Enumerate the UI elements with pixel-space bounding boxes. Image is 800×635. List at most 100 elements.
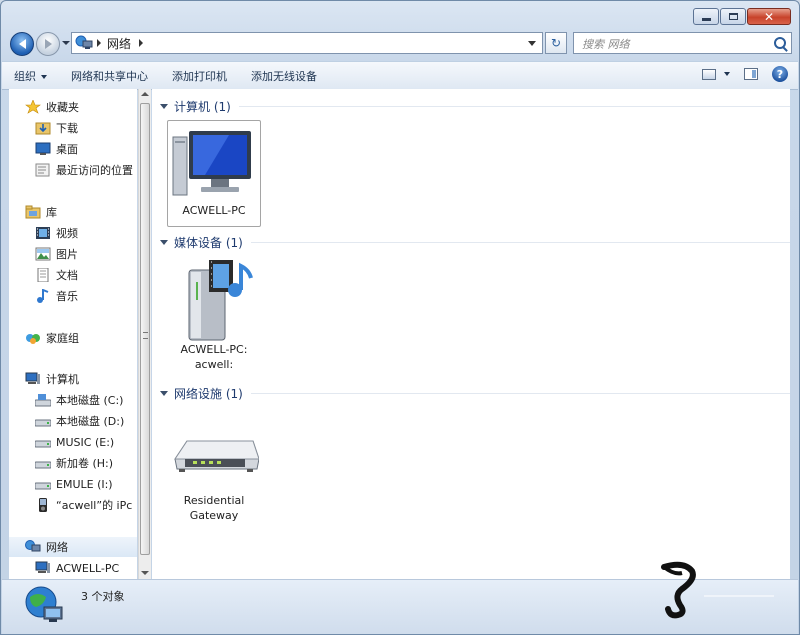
tile-label-line1: Residential: [183, 494, 245, 507]
desktop-icon: [35, 142, 51, 155]
computer-icon: [172, 131, 251, 196]
network-globe-icon: [25, 586, 63, 622]
tile-residential-gateway[interactable]: Residential Gateway: [167, 407, 261, 529]
tile-acwell-pc[interactable]: ACWELL-PC: [167, 120, 261, 227]
system-drive-icon: [35, 394, 51, 407]
music-icon: [37, 289, 49, 303]
documents-icon: [37, 268, 49, 282]
group-header-computers[interactable]: 计算机 (1): [160, 98, 790, 115]
nav-desktop[interactable]: 桌面: [35, 139, 78, 159]
nav-scrollbar[interactable]: [138, 89, 151, 579]
star-icon: [25, 100, 41, 114]
library-icon: [25, 205, 41, 219]
chevron-down-icon: [724, 72, 730, 76]
breadcrumb-chevron-icon[interactable]: [139, 39, 144, 47]
homegroup-icon: [26, 334, 40, 344]
address-dropdown-icon[interactable]: [528, 41, 536, 46]
nav-music[interactable]: 音乐: [35, 286, 78, 306]
breadcrumb-chevron-icon[interactable]: [97, 39, 101, 47]
content-pane: 计算机 (1) ACWELL-PC 媒体设备 (1) ACWELL-PC: ac…: [152, 89, 790, 579]
refresh-button[interactable]: ↻: [545, 32, 567, 54]
watermark-logo: [661, 561, 774, 619]
tile-label-line2: acwell:: [194, 358, 234, 371]
ipod-icon: [39, 498, 47, 512]
back-button[interactable]: [10, 32, 34, 56]
collapse-icon[interactable]: [160, 104, 168, 109]
nav-network-pc[interactable]: ACWELL-PC: [35, 558, 119, 578]
add-printer-button[interactable]: 添加打印机: [160, 68, 239, 84]
nav-ipod[interactable]: “acwell”的 iPc: [35, 495, 132, 515]
scroll-up-icon[interactable]: [141, 92, 149, 96]
nav-network[interactable]: 网络: [9, 537, 137, 557]
group-divider: [238, 106, 790, 107]
nav-computer[interactable]: 计算机: [25, 369, 79, 389]
nav-drive-h[interactable]: 新加卷 (H:): [35, 453, 113, 473]
video-icon: [36, 227, 50, 239]
group-divider: [250, 242, 790, 243]
refresh-icon: ↻: [550, 36, 562, 50]
hard-drive-icon: [35, 461, 51, 469]
downloads-folder-icon: [35, 122, 51, 135]
search-icon[interactable]: [774, 37, 786, 49]
help-button[interactable]: ?: [772, 66, 788, 82]
hard-drive-icon: [35, 482, 51, 490]
view-icon: [702, 68, 716, 80]
help-icon: ?: [776, 67, 784, 81]
network-sharing-center-button[interactable]: 网络和共享中心: [59, 68, 160, 84]
object-count: 3 个对象: [81, 590, 125, 603]
grip-icon: [143, 332, 148, 339]
maximize-button[interactable]: [720, 8, 746, 25]
caption-buttons: ✕: [693, 8, 791, 25]
chevron-down-icon: [41, 74, 47, 79]
scroll-down-icon[interactable]: [141, 571, 149, 575]
tile-label-line2: Gateway: [189, 509, 239, 522]
nav-drive-i[interactable]: EMULE (I:): [35, 474, 113, 494]
organize-button[interactable]: 组织: [2, 68, 59, 84]
group-header-network-infrastructure[interactable]: 网络设施 (1): [160, 385, 790, 402]
command-bar: 组织 网络和共享中心 添加打印机 添加无线设备 ?: [2, 61, 798, 90]
pictures-icon: [35, 247, 51, 261]
nav-drive-e[interactable]: MUSIC (E:): [35, 432, 114, 452]
collapse-icon[interactable]: [160, 240, 168, 245]
maximize-icon: [728, 13, 738, 20]
tile-media-server[interactable]: ACWELL-PC: acwell:: [167, 256, 261, 376]
arrow-right-icon: [44, 39, 52, 49]
arrow-left-icon: [18, 39, 26, 49]
network-icon: [75, 35, 93, 49]
nav-downloads[interactable]: 下载: [35, 118, 78, 138]
group-header-media[interactable]: 媒体设备 (1): [160, 234, 790, 251]
nav-drive-d[interactable]: 本地磁盘 (D:): [35, 411, 124, 431]
tile-label: ACWELL-PC: [182, 204, 246, 217]
nav-libraries[interactable]: 库: [25, 202, 57, 222]
nav-drive-c[interactable]: 本地磁盘 (C:): [35, 390, 123, 410]
recent-pages-dropdown[interactable]: [62, 41, 70, 45]
navigation-pane: 收藏夹 下载 桌面 最近访问的位置 库 视频 图片 文档 音乐 家庭组 计算机 …: [9, 89, 137, 579]
search-placeholder: 搜索 网络: [582, 38, 630, 51]
forward-button[interactable]: [36, 32, 60, 56]
preview-pane-button[interactable]: [744, 68, 758, 80]
breadcrumb-network[interactable]: 网络: [107, 35, 131, 52]
group-divider: [250, 393, 790, 394]
hard-drive-icon: [35, 419, 51, 427]
scroll-thumb[interactable]: [140, 103, 150, 555]
change-view-button[interactable]: [702, 68, 730, 80]
router-icon: [174, 440, 259, 472]
hard-drive-icon: [35, 440, 51, 448]
address-bar[interactable]: 网络: [71, 32, 543, 54]
computer-icon: [25, 372, 40, 384]
nav-videos[interactable]: 视频: [35, 223, 78, 243]
nav-documents[interactable]: 文档: [35, 265, 78, 285]
close-button[interactable]: ✕: [747, 8, 791, 25]
nav-pictures[interactable]: 图片: [35, 244, 78, 264]
explorer-window: ✕ 网络 ↻ 搜索 网络 组织 网络和共享中心 添加打印机 添加无线设备 ? 收…: [0, 0, 800, 635]
collapse-icon[interactable]: [160, 391, 168, 396]
nav-recent-places[interactable]: 最近访问的位置: [35, 160, 133, 180]
nav-homegroup[interactable]: 家庭组: [25, 328, 79, 348]
nav-favorites[interactable]: 收藏夹: [25, 97, 79, 117]
recent-places-icon: [35, 163, 50, 177]
add-wireless-device-button[interactable]: 添加无线设备: [239, 68, 329, 84]
search-input[interactable]: 搜索 网络: [573, 32, 792, 54]
close-icon: ✕: [763, 9, 775, 24]
minimize-button[interactable]: [693, 8, 719, 25]
tile-label-line1: ACWELL-PC:: [180, 343, 248, 356]
